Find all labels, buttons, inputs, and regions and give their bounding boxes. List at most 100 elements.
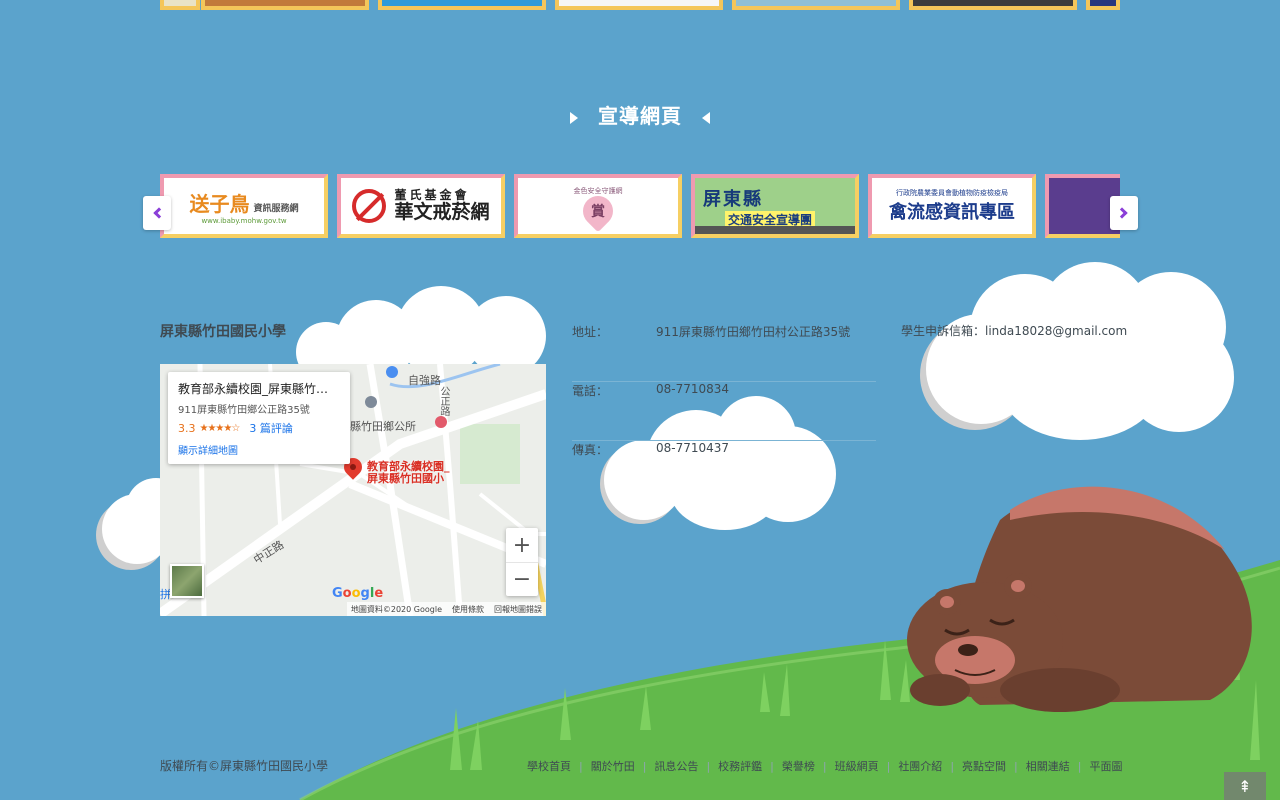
map-marker-label: 教育部永續校園_ 屏東縣竹田國小 (367, 460, 450, 486)
banner-partial[interactable] (160, 0, 200, 10)
footer-link-about[interactable]: 關於竹田 (591, 758, 635, 774)
section-heading-text: 宣導網頁 (598, 104, 682, 128)
previous-carousel-strip (0, 0, 1280, 12)
map-poi-icon[interactable] (435, 416, 447, 428)
school-name: 屏東縣竹田國民小學 (160, 324, 286, 340)
map-attribution: 地圖資料©2020 Google 使用條款 回報地圖錯誤 (346, 602, 546, 616)
cloud-decoration (920, 262, 1242, 448)
map-poi-icon[interactable] (365, 396, 377, 408)
footer-nav: 學校首頁 | 關於竹田 | 訊息公告 | 校務評鑑 | 榮譽榜 | 班級網頁 | 社團介紹 |… (527, 758, 1122, 774)
map-terms-link[interactable]: 使用條款 (452, 604, 484, 615)
back-to-top-button[interactable]: ⇞ (1224, 772, 1266, 800)
banner-partial[interactable] (732, 0, 900, 10)
map-zoom-control: + − (506, 528, 538, 596)
contact-address-row: 地址： 911屏東縣竹田鄉竹田村公正路35號 (572, 323, 876, 382)
footer-link-highlight-spaces[interactable]: 亮點空間 (962, 758, 1006, 774)
footer-link-related-links[interactable]: 相關連結 (1026, 758, 1070, 774)
heart-icon: 賞 (576, 189, 620, 233)
carousel-prev-button[interactable] (143, 196, 171, 230)
triangle-left-icon (702, 111, 710, 124)
banner-line2: 交通安全宣導團 (725, 210, 816, 228)
footer-separator: | (1077, 759, 1082, 773)
map-info-card: 教育部永續校園_屏東縣竹田國... 911屏東縣竹田鄉公正路35號 3.3 ★★… (168, 372, 350, 464)
fax-value: 08-7710437 (656, 441, 730, 455)
banner-line1: 屏東縣 (703, 188, 763, 210)
map-rating-row: 3.3 ★★★★☆ 3 篇評論 (178, 420, 340, 436)
no-smoking-icon (352, 189, 387, 223)
promotion-banner[interactable] (1045, 174, 1120, 238)
footer-link-home[interactable]: 學校首頁 (527, 758, 571, 774)
heart-text: 賞 (591, 204, 605, 220)
promotion-carousel: 網 送子鳥資訊服務網 www.ibaby.mohw.gov.tw 董氏基金會 華… (160, 174, 1120, 238)
view-larger-map-link[interactable]: 顯示詳細地圖 (178, 442, 340, 457)
phone-value: 08-7710834 (656, 382, 730, 396)
banner-partial[interactable] (555, 0, 723, 10)
banner-partial[interactable] (1086, 0, 1120, 10)
address-value: 911屏東縣竹田鄉竹田村公正路35號 (656, 325, 851, 339)
fax-label: 傳真： (572, 443, 609, 457)
google-logo-letter: G (332, 586, 343, 601)
promotion-banner-ibaby[interactable]: 送子鳥 資訊服務網 www.ibaby.mohw.gov.tw (160, 174, 328, 238)
footer-link-class-pages[interactable]: 班級網頁 (835, 758, 879, 774)
phone-label: 電話： (572, 384, 609, 398)
footer-separator: | (579, 759, 583, 773)
double-chevron-up-icon: ⇞ (1238, 776, 1252, 796)
contact-fax-row: 傳真： 08-7710437 (572, 441, 876, 500)
complaint-email: 學生申訴信箱：linda18028@gmail.com (901, 324, 1128, 338)
footer-separator: | (770, 759, 774, 773)
google-logo-letter: e (374, 586, 384, 601)
map-rating: 3.3 (178, 421, 196, 435)
zoom-out-button[interactable]: − (506, 562, 538, 596)
cloud-decoration (296, 286, 556, 382)
zoom-in-button[interactable]: + (506, 528, 538, 562)
google-map[interactable]: 自強路 公正路 縣竹田鄉公所 中正路 拼 教育部永續校園_ 屏東縣竹田國小 教育… (160, 364, 546, 616)
banner-small-text: 金色安全守護網 (573, 187, 623, 195)
map-street-label: 公正路 (438, 386, 449, 416)
chevron-left-icon (153, 207, 165, 219)
footer-separator: | (1014, 759, 1018, 773)
footer-separator: | (642, 759, 647, 773)
footer-link-news[interactable]: 訊息公告 (654, 758, 698, 774)
footer-link-evaluation[interactable]: 校務評鑑 (718, 758, 762, 774)
carousel-next-button[interactable] (1110, 196, 1138, 230)
map-reviews-link[interactable]: 3 篇評論 (249, 420, 293, 436)
map-place-address: 911屏東縣竹田鄉公正路35號 (178, 405, 310, 416)
footer-separator: | (886, 759, 891, 773)
road-graphic (695, 226, 855, 234)
triangle-right-icon (570, 111, 578, 124)
banner-line1: 行政院農業委員會動植物防疫檢疫局 (896, 189, 1008, 197)
promotion-banner-avian-flu[interactable]: 行政院農業委員會動植物防疫檢疫局 禽流感資訊專區 (868, 174, 1036, 238)
footer-separator: | (706, 759, 711, 773)
banner-title-text: 送子鳥 (189, 191, 250, 216)
map-report-error-link[interactable]: 回報地圖錯誤 (494, 604, 542, 615)
map-marker-label-line2: 屏東縣竹田國小 (367, 472, 444, 486)
footer-link-honors[interactable]: 榮譽榜 (782, 758, 815, 774)
footer-separator: | (950, 759, 955, 773)
banner-partial[interactable] (378, 0, 546, 10)
google-logo-letter: o (342, 586, 352, 601)
banner-line2: 華文戒菸網 (394, 201, 490, 224)
bear-illustration (907, 486, 1252, 712)
banner-url: www.ibaby.mohw.gov.tw (201, 216, 287, 225)
google-logo: Google (332, 586, 383, 601)
footer-separator: | (822, 759, 827, 773)
promotion-banner-safety[interactable]: 金色安全守護網 賞 (514, 174, 682, 238)
map-data-credit: 地圖資料©2020 Google (350, 604, 442, 614)
google-logo-letter: o (351, 586, 361, 601)
chevron-right-icon (1116, 207, 1128, 219)
star-rating-icon: ★★★★☆ (199, 422, 241, 434)
satellite-toggle-button[interactable] (170, 564, 204, 598)
footer-link-clubs[interactable]: 社團介紹 (898, 758, 942, 774)
map-poi-icon[interactable] (386, 366, 398, 378)
banner-partial[interactable] (909, 0, 1077, 10)
banner-partial[interactable] (201, 0, 369, 10)
copyright-text: 版權所有©屏東縣竹田國民小學 (160, 759, 329, 773)
section-heading-promotion: 宣導網頁 (0, 100, 1280, 129)
banner-title: 送子鳥 資訊服務網 (189, 188, 298, 217)
contact-phone-row: 電話： 08-7710834 (572, 382, 876, 441)
promotion-banner-quit-smoking[interactable]: 董氏基金會 華文戒菸網 (337, 174, 505, 238)
banner-line2: 禽流感資訊專區 (889, 202, 1015, 223)
promotion-banner-traffic[interactable]: 屏東縣 交通安全宣導團 (691, 174, 859, 238)
footer-link-floor-plan[interactable]: 平面圖 (1089, 758, 1122, 774)
address-label: 地址： (572, 325, 609, 339)
